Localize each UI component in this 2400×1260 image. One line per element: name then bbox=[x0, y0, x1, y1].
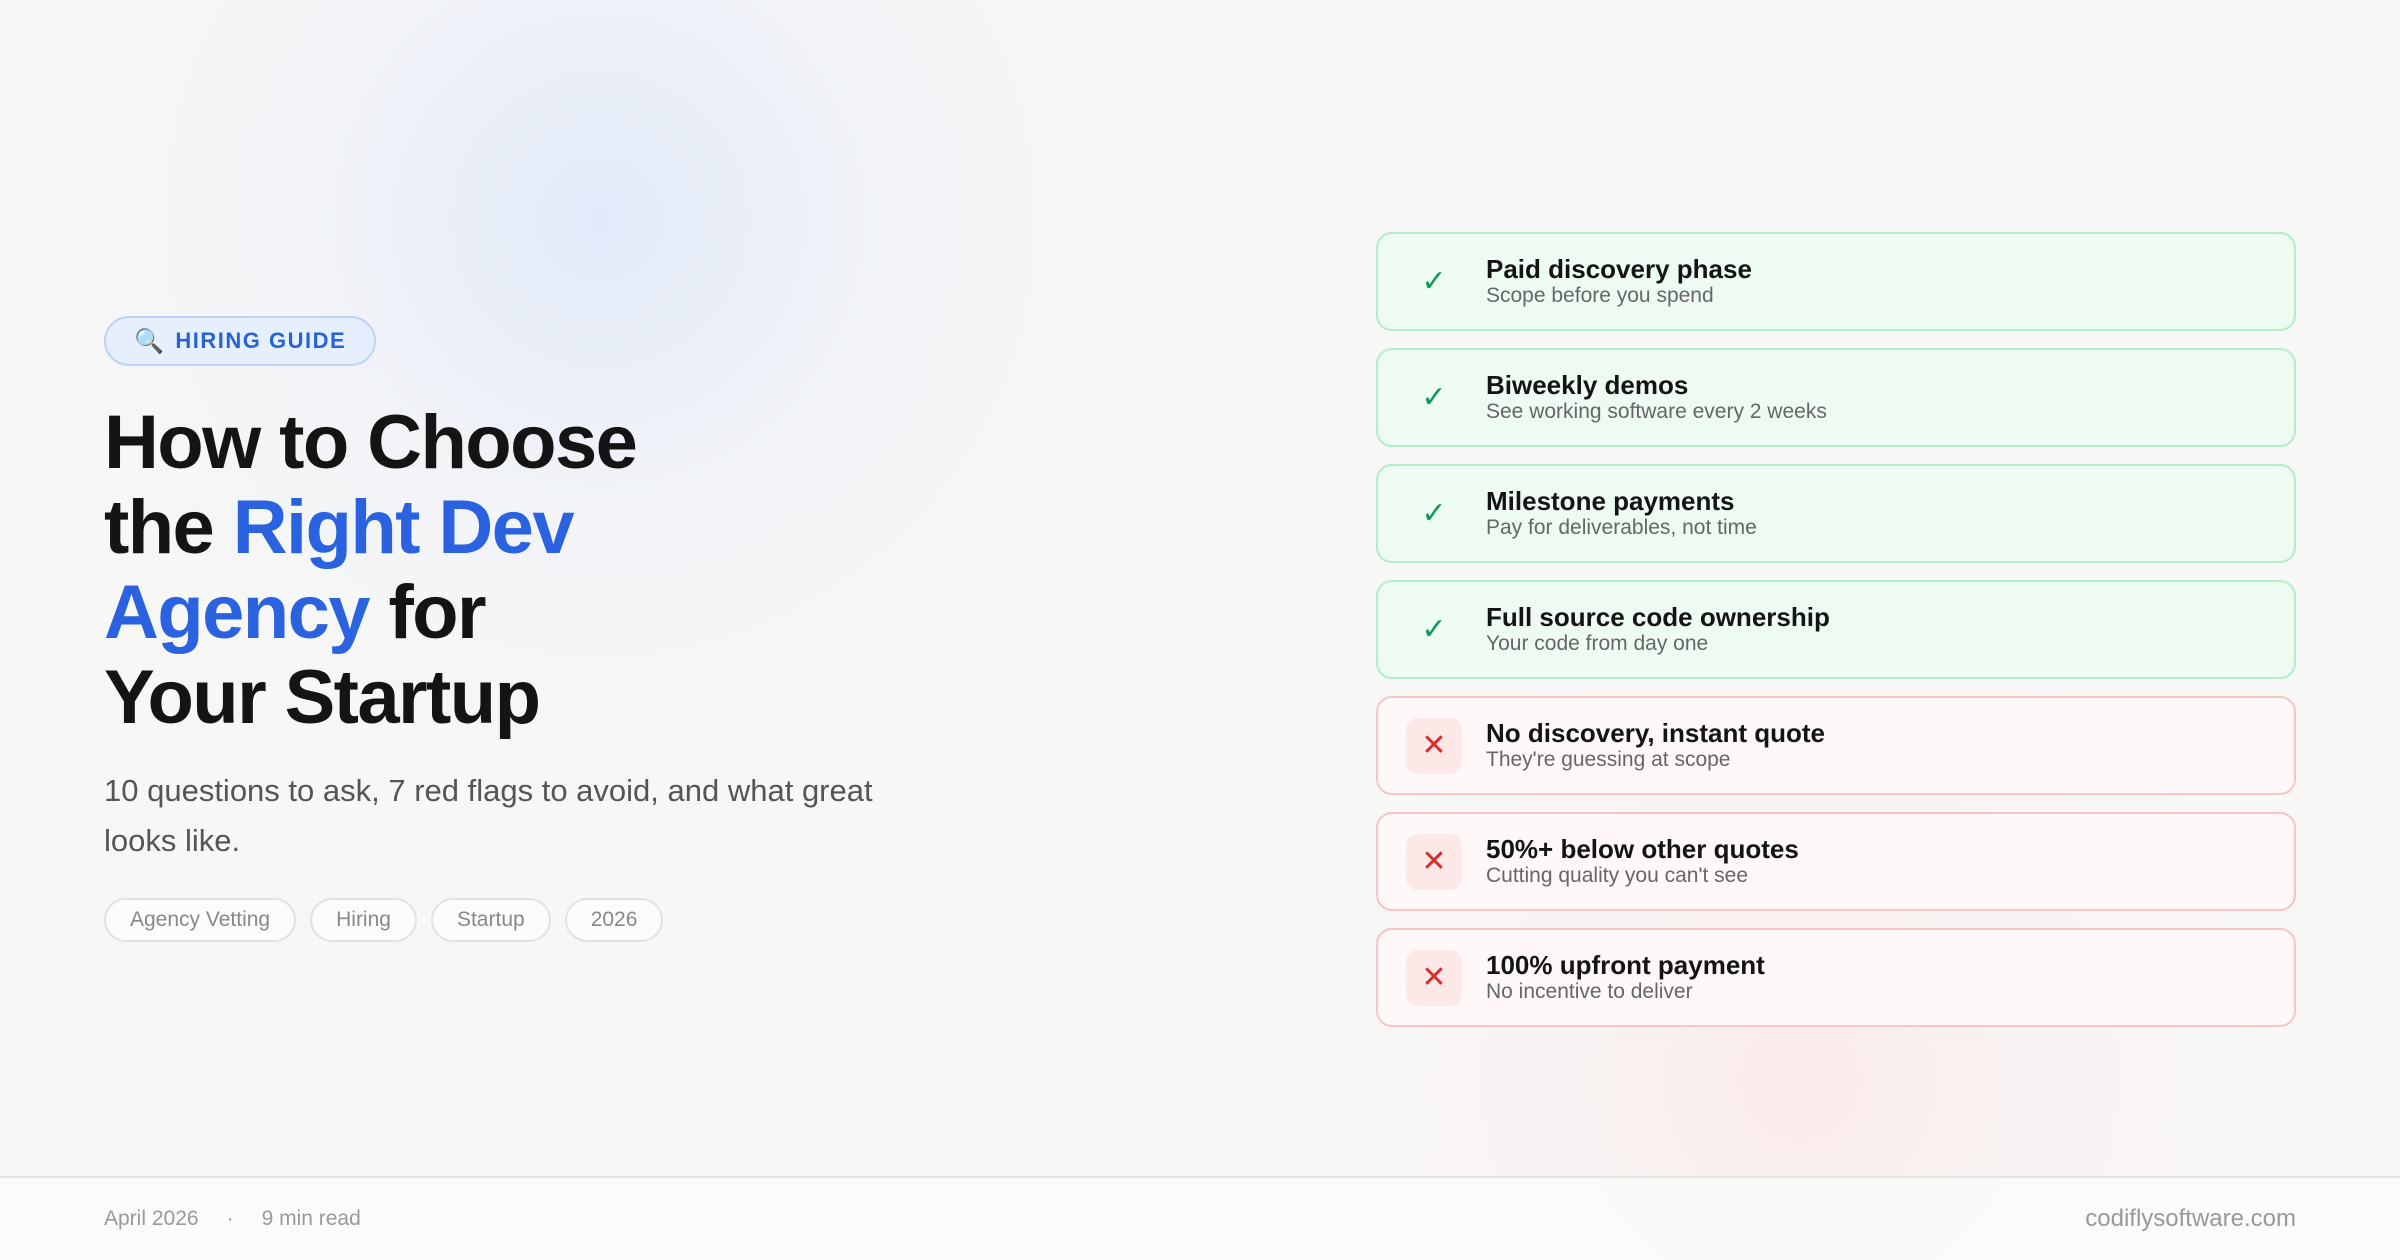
cross-icon: ✕ bbox=[1406, 949, 1462, 1006]
page-title: How to Choose the Right Dev Agency for Y… bbox=[104, 400, 924, 740]
item-title: No discovery, instant quote bbox=[1486, 718, 1826, 748]
cross-icon: ✕ bbox=[1406, 833, 1462, 890]
check-icon: ✓ bbox=[1421, 497, 1447, 530]
checklist-item-good: ✓ Milestone payments Pay for deliverable… bbox=[1376, 464, 2296, 563]
checklist-item-good: ✓ Paid discovery phase Scope before you … bbox=[1376, 232, 2296, 331]
tag[interactable]: Hiring bbox=[310, 898, 417, 942]
item-subtitle: They're guessing at scope bbox=[1486, 748, 1731, 771]
footer: April 2026 · 9 min read codiflysoftware.… bbox=[0, 1176, 2400, 1260]
checklist-item-bad: ✕ No discovery, instant quote They're gu… bbox=[1376, 696, 2296, 795]
tag[interactable]: Agency Vetting bbox=[104, 898, 297, 942]
page-subtitle: 10 questions to ask, 7 red flags to avoi… bbox=[104, 773, 873, 858]
item-subtitle: Your code from day one bbox=[1486, 632, 1709, 655]
title-line-3: Agency for bbox=[104, 570, 924, 655]
item-subtitle: Cutting quality you can't see bbox=[1486, 864, 1748, 887]
title-line-4: Your Startup bbox=[104, 655, 541, 740]
item-title: Biweekly demos bbox=[1486, 370, 1689, 400]
tag[interactable]: Startup bbox=[430, 898, 551, 942]
publish-date: April 2026 bbox=[104, 1207, 199, 1230]
title-accent-2: Agency bbox=[104, 570, 371, 655]
checklist-item-bad: ✕ 100% upfront payment No incentive to d… bbox=[1376, 928, 2296, 1027]
item-subtitle: Scope before you spend bbox=[1486, 284, 1714, 307]
item-title: 50%+ below other quotes bbox=[1486, 834, 1799, 864]
title-line-2-text: the bbox=[104, 485, 233, 570]
meta-separator: · bbox=[226, 1207, 234, 1230]
category-badge-label: HIRING GUIDE bbox=[175, 328, 347, 353]
cross-icon: ✕ bbox=[1406, 717, 1462, 774]
checklist: ✓ Paid discovery phase Scope before you … bbox=[1376, 232, 2296, 1027]
check-icon: ✓ bbox=[1421, 381, 1447, 414]
tag[interactable]: 2026 bbox=[564, 898, 664, 942]
title-line-1: How to Choose bbox=[104, 400, 638, 485]
title-line-3-text: for bbox=[368, 570, 486, 655]
check-icon: ✓ bbox=[1421, 265, 1447, 298]
checklist-item-good: ✓ Biweekly demos See working software ev… bbox=[1376, 348, 2296, 447]
item-subtitle: No incentive to deliver bbox=[1486, 980, 1693, 1003]
article-meta: April 2026 · 9 min read bbox=[104, 1178, 361, 1260]
item-title: Full source code ownership bbox=[1486, 602, 1830, 632]
title-line-2: the Right Dev bbox=[104, 485, 924, 570]
check-icon: ✓ bbox=[1421, 613, 1447, 646]
hero: 🔍 HIRING GUIDE How to Choose the Right D… bbox=[104, 316, 924, 942]
category-badge: 🔍 HIRING GUIDE bbox=[104, 316, 377, 366]
magnifier-icon: 🔍 bbox=[134, 327, 166, 355]
item-title: Milestone payments bbox=[1486, 486, 1735, 516]
item-subtitle: See working software every 2 weeks bbox=[1486, 400, 1827, 423]
title-accent-1: Right Dev bbox=[232, 485, 575, 570]
checklist-item-bad: ✕ 50%+ below other quotes Cutting qualit… bbox=[1376, 812, 2296, 911]
tag-list: Agency Vetting Hiring Startup 2026 bbox=[104, 898, 924, 942]
item-title: Paid discovery phase bbox=[1486, 254, 1752, 284]
item-title: 100% upfront payment bbox=[1486, 950, 1765, 980]
site-link[interactable]: codiflysoftware.com bbox=[2085, 1178, 2296, 1260]
checklist-item-good: ✓ Full source code ownership Your code f… bbox=[1376, 580, 2296, 679]
page: 🔍 HIRING GUIDE How to Choose the Right D… bbox=[0, 0, 2400, 1260]
item-subtitle: Pay for deliverables, not time bbox=[1486, 516, 1757, 539]
read-time: 9 min read bbox=[261, 1207, 361, 1230]
